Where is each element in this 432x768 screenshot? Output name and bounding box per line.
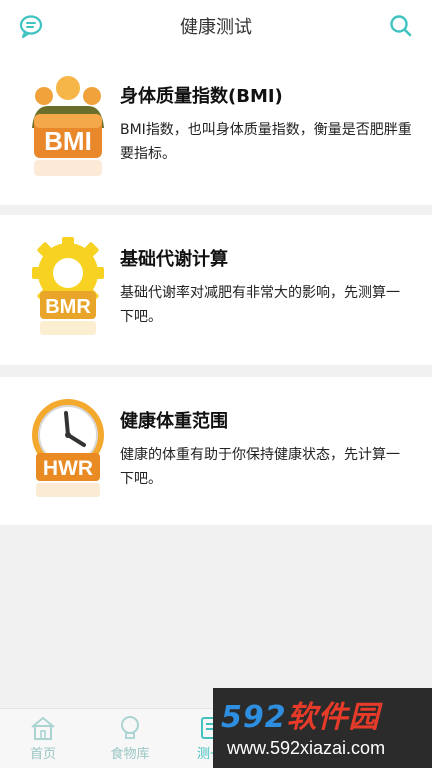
page-title: 健康测试	[180, 17, 252, 38]
top-bar: 健康测试	[0, 0, 432, 52]
bmr-card[interactable]: BMR 基础代谢计算 基础代谢率对减肥有非常大的影响，先测算一下吧。	[0, 215, 432, 365]
hwr-clock-icon: HWR	[28, 395, 108, 505]
hwr-card[interactable]: HWR 健康体重范围 健康的体重有助于你保持健康状态，先计算一下吧。	[0, 377, 432, 525]
watermark-brand: 软件园	[286, 700, 380, 735]
watermark-url: www.592xiazai.com	[227, 738, 386, 758]
search-icon[interactable]	[388, 13, 414, 39]
card-title: 健康体重范围	[120, 411, 228, 432]
card-description: BMI指数，也叫身体质量指数，衡量是否肥胖重要指标。	[120, 122, 412, 162]
card-title: 基础代谢计算	[120, 249, 228, 270]
watermark-logo: 592软件园	[221, 692, 380, 736]
bmi-logo-text: BMI	[44, 126, 92, 156]
tab-label: 食物库	[110, 747, 150, 762]
bmr-gear-icon: BMR	[28, 233, 108, 343]
tab-home[interactable]: 首页	[3, 715, 83, 768]
card-description: 健康的体重有助于你保持健康状态，先计算一下吧。	[120, 447, 400, 487]
bmi-card[interactable]: BMI 身体质量指数(BMI) BMI指数，也叫身体质量指数，衡量是否肥胖重要指…	[0, 52, 432, 205]
tab-food-library[interactable]: 食物库	[90, 715, 170, 768]
card-description: 基础代谢率对减肥有非常大的影响，先测算一下吧。	[120, 285, 400, 325]
bulb-icon	[121, 716, 139, 739]
bmi-people-icon: BMI	[28, 70, 108, 180]
tab-label: 首页	[29, 747, 56, 762]
card-title: 身体质量指数(BMI)	[120, 86, 283, 107]
chat-icon[interactable]	[18, 13, 44, 39]
home-icon	[31, 716, 55, 740]
watermark: 592软件园 www.592xiazai.com	[213, 688, 432, 768]
watermark-number: 592	[221, 700, 287, 735]
bmr-logo-text: BMR	[45, 296, 91, 318]
hwr-logo-text: HWR	[43, 457, 93, 480]
